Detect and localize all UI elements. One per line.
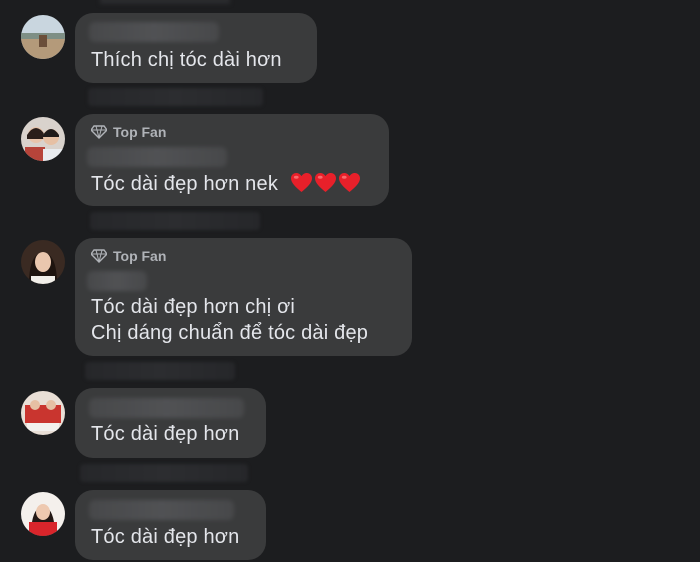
top-fan-badge: Top Fan xyxy=(91,124,166,140)
red-heart-emoji xyxy=(314,172,336,193)
blurred-author-name xyxy=(87,271,147,291)
comment-text-line: Tóc dài đẹp hơn chị ơi xyxy=(91,296,296,318)
comment-text: Thích chị tóc dài hơn xyxy=(91,49,282,71)
comment-text-line: Tóc dài đẹp hơn nek xyxy=(91,173,279,195)
blurred-comment-actions xyxy=(85,362,235,380)
comment-bubble: Tóc dài đẹp hơn xyxy=(75,490,266,560)
red-heart-emoji xyxy=(290,172,312,193)
avatar[interactable] xyxy=(21,391,65,435)
blurred-previous-actions xyxy=(100,0,230,4)
comment-text: Tóc dài đẹp hơn chị ơi Chị dáng chuẩn để… xyxy=(91,294,368,346)
comment-text-line: Chị dáng chuẩn để tóc dài đẹp xyxy=(91,322,369,344)
blurred-comment-actions xyxy=(88,88,263,106)
top-fan-badge: Top Fan xyxy=(91,248,166,264)
comment-text: Tóc dài đẹp hơn xyxy=(91,526,240,548)
blurred-author-name xyxy=(89,22,219,42)
hearts-emoji-group xyxy=(290,172,362,193)
badge-label: Top Fan xyxy=(113,248,167,264)
comment-bubble: Tóc dài đẹp hơn xyxy=(75,388,266,458)
avatar[interactable] xyxy=(21,240,65,284)
avatar[interactable] xyxy=(21,117,65,161)
blurred-comment-actions xyxy=(80,464,248,482)
blurred-author-name xyxy=(89,500,234,520)
blurred-comment-actions xyxy=(90,212,260,230)
comment-bubble: Top Fan Tóc dài đẹp hơn chị ơi Chị dáng … xyxy=(75,238,412,356)
badge-label: Top Fan xyxy=(113,124,167,140)
avatar[interactable] xyxy=(21,492,65,536)
blurred-author-name xyxy=(87,147,227,167)
comment-bubble: Top Fan Tóc dài đẹp hơn nek xyxy=(75,114,389,206)
comment-text: Tóc dài đẹp hơn xyxy=(91,423,240,445)
blurred-author-name xyxy=(89,398,244,418)
diamond-icon xyxy=(91,125,107,139)
comment-text: Tóc dài đẹp hơn nek xyxy=(91,171,362,197)
red-heart-emoji xyxy=(338,172,360,193)
avatar[interactable] xyxy=(21,15,65,59)
comment-bubble: Thích chị tóc dài hơn xyxy=(75,13,317,83)
diamond-icon xyxy=(91,249,107,263)
